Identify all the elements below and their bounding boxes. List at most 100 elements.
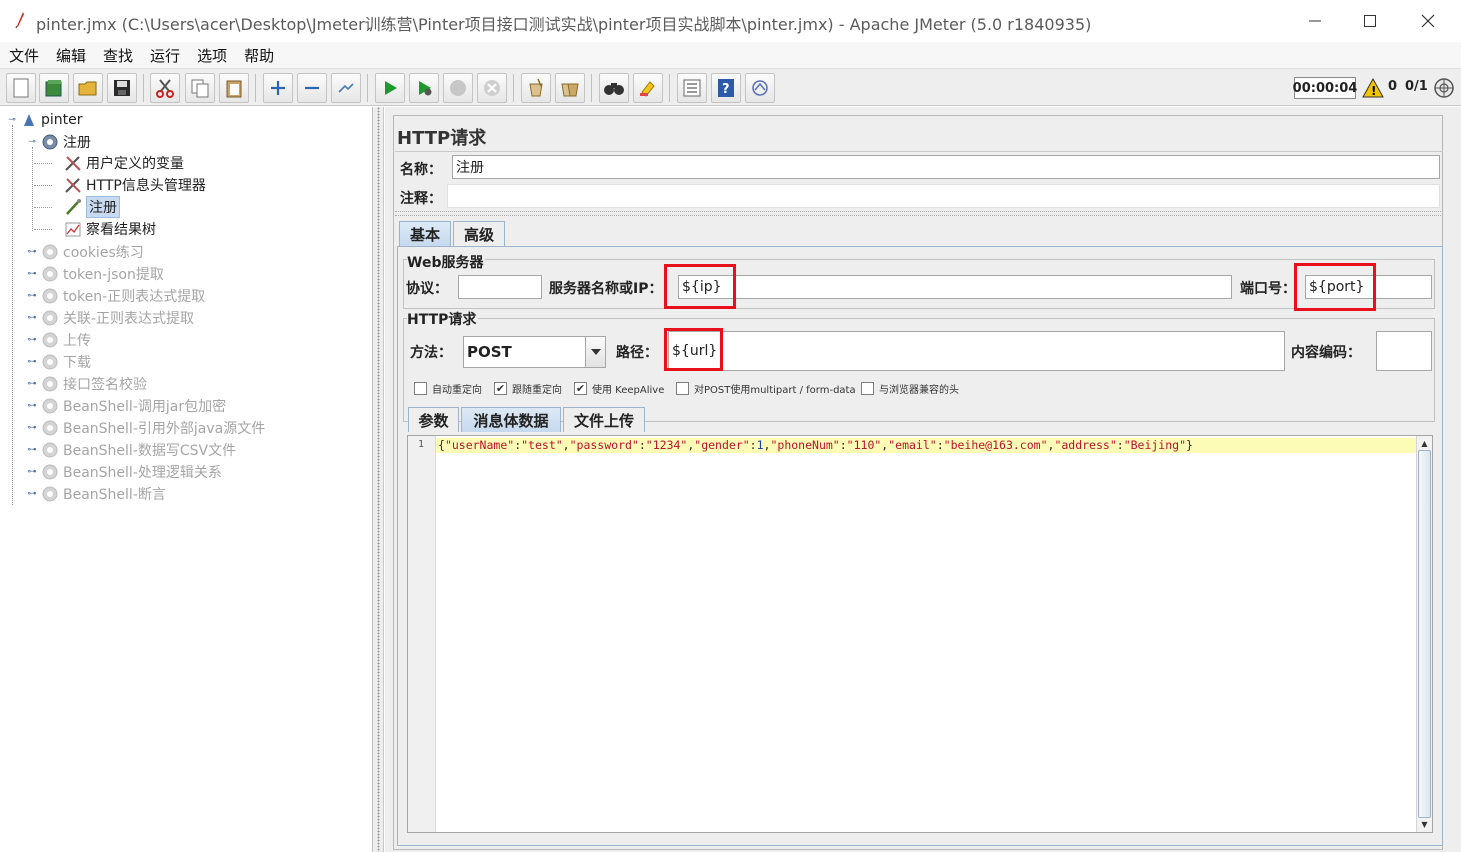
gear-icon — [42, 134, 58, 150]
tree-http-request[interactable]: 注册 — [64, 196, 120, 218]
expand-all-button[interactable] — [263, 73, 293, 103]
encoding-field[interactable] — [1376, 331, 1432, 371]
menu-edit[interactable]: 编辑 — [56, 45, 86, 66]
expand-toggle-icon[interactable]: ⊶ — [27, 313, 37, 323]
expand-toggle-icon[interactable]: ⊶ — [27, 423, 37, 433]
collapse-divider[interactable] — [395, 211, 1443, 216]
help-button[interactable]: ? — [711, 73, 741, 103]
comment-field[interactable] — [447, 184, 1440, 208]
tree-thread-group-disabled[interactable]: ⊶ token-json提取 — [27, 263, 164, 285]
menu-options[interactable]: 选项 — [197, 45, 227, 66]
function-helper-button[interactable] — [677, 73, 707, 103]
checkbox-box[interactable] — [676, 382, 689, 395]
tree-thread-group[interactable]: ⊸ 注册 — [27, 131, 91, 153]
tab-parameters[interactable]: 参数 — [408, 407, 459, 432]
copy-button[interactable] — [185, 73, 215, 103]
scroll-down-arrow[interactable]: ▼ — [1419, 819, 1430, 830]
tree-user-variables[interactable]: 用户定义的变量 — [64, 152, 184, 174]
checkbox-multipart[interactable]: 对POST使用multipart / form-data — [676, 381, 856, 396]
maximize-button[interactable] — [1355, 8, 1385, 34]
editor-scrollbar[interactable]: ▲ ▼ — [1416, 436, 1432, 832]
tab-advanced[interactable]: 高级 — [453, 221, 505, 246]
expand-toggle-icon[interactable]: ⊶ — [27, 445, 37, 455]
minimize-button[interactable] — [1300, 8, 1330, 34]
tree-thread-group-disabled[interactable]: ⊶ 关联-正则表达式提取 — [27, 307, 194, 329]
checkbox-keepalive[interactable]: ✔ 使用 KeepAlive — [574, 381, 664, 396]
paste-button[interactable] — [219, 73, 249, 103]
save-button[interactable] — [107, 73, 137, 103]
expand-toggle-icon[interactable]: ⊶ — [27, 379, 37, 389]
warning-icon[interactable]: ! — [1362, 78, 1384, 98]
tree-thread-group-disabled[interactable]: ⊶ BeanShell-调用jar包加密 — [27, 395, 226, 417]
expand-toggle-icon[interactable]: ⊶ — [27, 489, 37, 499]
pipette-icon — [66, 199, 81, 215]
tree-thread-group-disabled[interactable]: ⊶ cookies练习 — [27, 241, 144, 263]
tree-thread-group-disabled[interactable]: ⊶ BeanShell-数据写CSV文件 — [27, 439, 236, 461]
search-button[interactable] — [599, 73, 629, 103]
server-field[interactable]: ${ip} — [678, 275, 1232, 299]
expand-toggle-icon[interactable]: ⊶ — [27, 291, 37, 301]
tab-file-upload[interactable]: 文件上传 — [563, 407, 645, 432]
page-title: HTTP请求 — [397, 128, 487, 149]
tree-header-manager[interactable]: HTTP信息头管理器 — [64, 174, 206, 196]
tree-thread-group-disabled[interactable]: ⊶ 下载 — [27, 351, 91, 373]
tree-thread-group-disabled[interactable]: ⊶ BeanShell-处理逻辑关系 — [27, 461, 222, 483]
templates-button[interactable] — [39, 73, 69, 103]
tree-node-label: token-正则表达式提取 — [63, 289, 206, 305]
checkbox-box[interactable]: ✔ — [574, 382, 587, 395]
checkbox-follow-redirect[interactable]: ✔ 跟随重定向 — [494, 381, 562, 396]
scroll-up-arrow[interactable]: ▲ — [1419, 438, 1430, 449]
remote-icon[interactable] — [1433, 77, 1455, 99]
cut-button[interactable] — [150, 73, 180, 103]
tree-thread-group-disabled[interactable]: ⊶ BeanShell-断言 — [27, 483, 166, 505]
close-button[interactable] — [1413, 8, 1443, 34]
stop-button[interactable] — [443, 73, 473, 103]
tree-result-tree[interactable]: 察看结果树 — [64, 218, 156, 240]
tree-root[interactable]: ⊸ pinter — [7, 109, 82, 131]
checkbox-box[interactable] — [861, 382, 874, 395]
name-field[interactable]: 注册 — [452, 155, 1440, 179]
method-select[interactable]: POST — [463, 336, 606, 368]
menu-run[interactable]: 运行 — [150, 45, 180, 66]
tree-thread-group-disabled[interactable]: ⊶ token-正则表达式提取 — [27, 285, 205, 307]
split-pane-divider[interactable] — [373, 107, 384, 852]
toggle-button[interactable] — [331, 73, 361, 103]
open-button[interactable] — [73, 73, 103, 103]
checkbox-browser-headers[interactable]: 与浏览器兼容的头 — [861, 381, 959, 396]
body-data-editor[interactable]: 1 {"userName":"test","password":"1234","… — [407, 435, 1433, 833]
menu-bar: 文件 编辑 查找 运行 选项 帮助 — [0, 42, 1461, 68]
tree-thread-group-disabled[interactable]: ⊶ 接口签名校验 — [27, 373, 147, 395]
body-content[interactable]: {"userName":"test","password":"1234","ge… — [438, 438, 1193, 453]
path-field[interactable]: ${url} — [668, 331, 1285, 371]
collapse-all-button[interactable] — [297, 73, 327, 103]
dropdown-arrow[interactable] — [585, 337, 605, 367]
tree-thread-group-disabled[interactable]: ⊶ BeanShell-引用外部java源文件 — [27, 417, 265, 439]
checkbox-box[interactable] — [414, 382, 427, 395]
reset-search-button[interactable] — [633, 73, 663, 103]
shutdown-button[interactable] — [477, 73, 507, 103]
log-viewer-button[interactable] — [745, 73, 775, 103]
expand-toggle-icon[interactable]: ⊶ — [27, 269, 37, 279]
expand-toggle-icon[interactable]: ⊶ — [27, 247, 37, 257]
expand-toggle-icon[interactable]: ⊶ — [27, 357, 37, 367]
clear-all-button[interactable] — [555, 73, 585, 103]
collapse-toggle-icon[interactable]: ⊸ — [27, 137, 37, 147]
checkbox-auto-redirect[interactable]: 自动重定向 — [414, 381, 482, 396]
menu-search[interactable]: 查找 — [103, 45, 133, 66]
expand-toggle-icon[interactable]: ⊶ — [27, 401, 37, 411]
clear-button[interactable] — [521, 73, 551, 103]
scroll-thumb[interactable] — [1418, 450, 1431, 818]
menu-file[interactable]: 文件 — [9, 45, 39, 66]
start-button[interactable] — [375, 73, 405, 103]
new-button[interactable] — [6, 73, 36, 103]
expand-toggle-icon[interactable]: ⊶ — [27, 335, 37, 345]
menu-help[interactable]: 帮助 — [244, 45, 274, 66]
tab-basic[interactable]: 基本 — [399, 221, 451, 246]
start-no-pauses-button[interactable] — [409, 73, 439, 103]
tree-thread-group-disabled[interactable]: ⊶ 上传 — [27, 329, 91, 351]
tab-body-data[interactable]: 消息体数据 — [461, 407, 561, 432]
protocol-field[interactable] — [458, 275, 542, 299]
collapse-toggle-icon[interactable]: ⊸ — [7, 115, 17, 125]
checkbox-box[interactable]: ✔ — [494, 382, 507, 395]
expand-toggle-icon[interactable]: ⊶ — [27, 467, 37, 477]
